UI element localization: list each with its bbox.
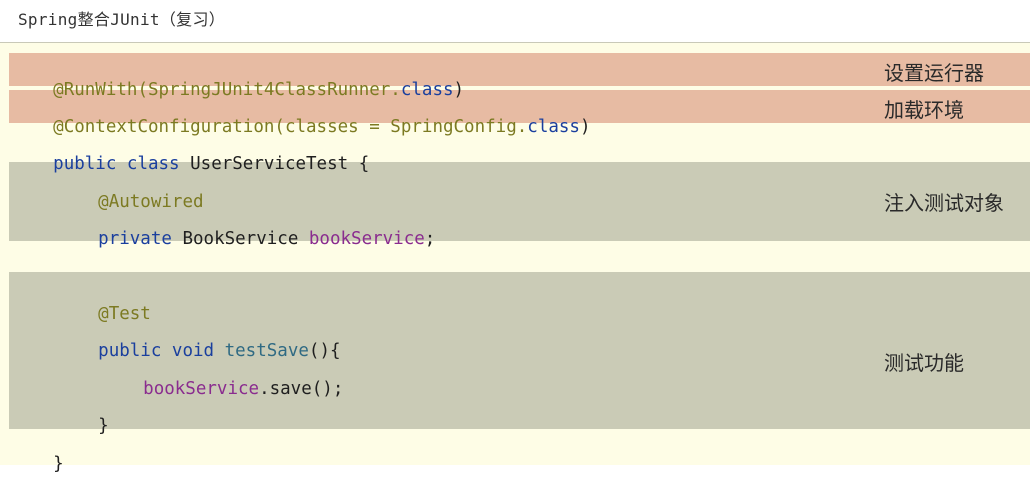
code-keyword: public class (53, 154, 180, 174)
code-text: ) (579, 117, 591, 137)
code-keyword: private (98, 229, 172, 249)
code-field: bookService (143, 379, 260, 399)
note-load-environment: 加载环境 (884, 98, 964, 122)
note-inject-test-object: 注入测试对象 (884, 191, 1004, 215)
code-text: } (53, 454, 64, 474)
code-text: UserServiceTest { (179, 154, 370, 174)
code-text: .save(); (259, 379, 344, 399)
code-line-method-close: } (56, 396, 109, 456)
code-text: } (98, 416, 109, 436)
code-text: (){ (308, 341, 341, 361)
note-set-runner: 设置运行器 (884, 61, 984, 85)
code-method-name: testSave (224, 341, 309, 361)
code-line-field-decl: private BookService bookService; (56, 209, 435, 269)
code-block: @RunWith(SpringJUnit4ClassRunner.class) … (0, 42, 1030, 474)
note-test-function: 测试功能 (884, 351, 964, 375)
code-keyword: class (527, 117, 580, 137)
code-keyword: public void (98, 341, 215, 361)
page-title: Spring整合JUnit（复习） (18, 10, 226, 29)
code-field: bookService (308, 229, 425, 249)
code-line-class-close: } (11, 434, 64, 494)
code-text: ; (424, 229, 436, 249)
code-line-method-call: bookService.save(); (101, 359, 343, 419)
code-text: BookService (171, 229, 309, 249)
